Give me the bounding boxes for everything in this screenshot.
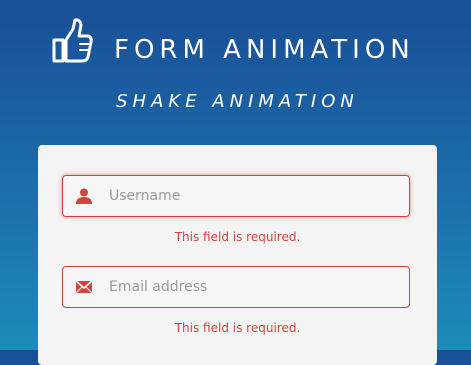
username-field[interactable] — [62, 175, 410, 217]
page-header: FORM ANIMATION SHAKE ANIMATION — [0, 0, 471, 140]
form-card: This field is required. This field is re… — [38, 145, 437, 365]
envelope-icon — [75, 280, 93, 294]
email-field[interactable] — [62, 266, 410, 308]
username-input[interactable] — [109, 176, 399, 216]
page-title: FORM ANIMATION — [114, 35, 415, 65]
username-error: This field is required. — [174, 230, 301, 244]
thumbs-up-icon — [52, 18, 93, 63]
email-error: This field is required. — [174, 321, 301, 335]
user-icon — [76, 188, 92, 204]
page-subtitle: SHAKE ANIMATION — [116, 91, 359, 112]
email-input[interactable] — [109, 267, 399, 307]
